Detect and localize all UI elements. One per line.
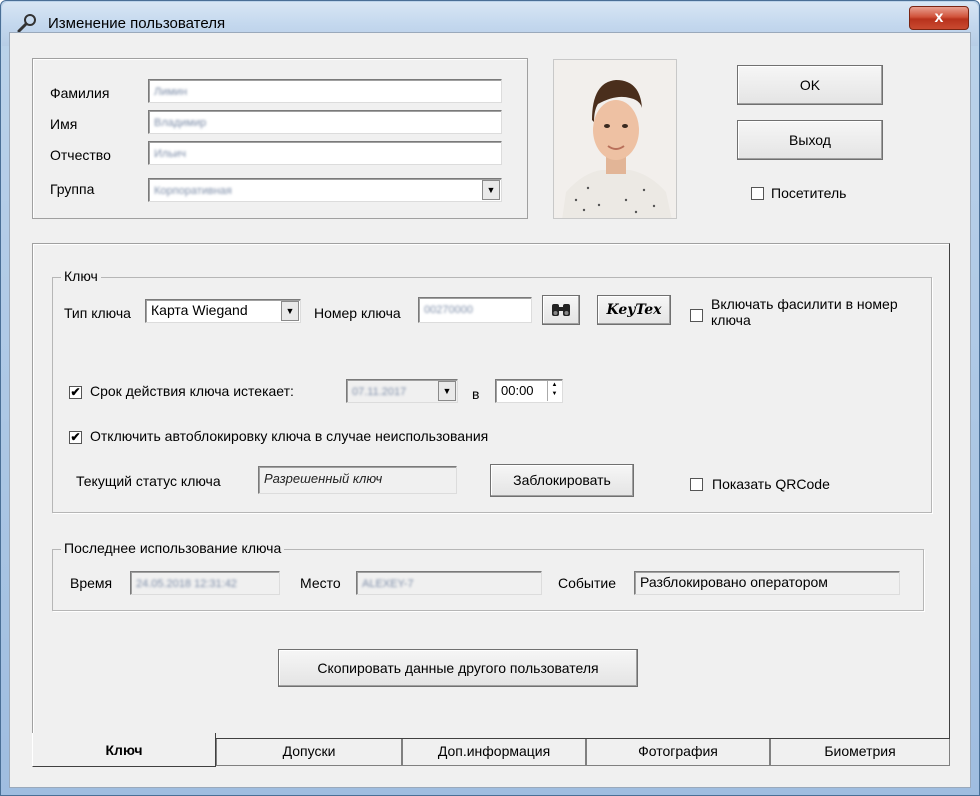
tab-photo[interactable]: Фотография: [586, 739, 770, 766]
search-key-button[interactable]: [542, 295, 580, 325]
time-field: 24.05.2018 12:31:42: [130, 571, 280, 595]
facility-checkbox[interactable]: [690, 309, 703, 322]
event-value: Разблокировано оператором: [640, 574, 828, 590]
key-status-label: Текущий статус ключа: [76, 473, 221, 489]
expire-checkbox[interactable]: ✔: [69, 386, 82, 399]
time-at-label: в: [472, 386, 480, 402]
name-label: Имя: [50, 116, 78, 132]
wrench-icon: [17, 14, 36, 33]
qrcode-checkbox[interactable]: [690, 478, 703, 491]
expire-time-field[interactable]: 00:00 ▲ ▼: [495, 379, 563, 403]
expire-date-value: 07.11.2017: [352, 386, 407, 398]
key-number-value: 00270000: [424, 304, 473, 316]
time-value: 24.05.2018 12:31:42: [136, 578, 237, 590]
close-button[interactable]: x: [909, 6, 969, 30]
key-number-field[interactable]: 00270000: [418, 297, 532, 323]
surname-value: Лимин: [154, 86, 188, 98]
portrait-image: [554, 60, 676, 218]
visitor-label: Посетитель: [771, 185, 847, 201]
autoblock-label: Отключить автоблокировку ключа в случае …: [90, 428, 489, 444]
key-status-field: Разрешенный ключ: [258, 466, 457, 494]
block-button[interactable]: Заблокировать: [490, 464, 634, 497]
tab-extra-info[interactable]: Доп.информация: [402, 739, 586, 766]
chevron-down-icon[interactable]: ▼: [438, 381, 456, 401]
tab-biometrics[interactable]: Биометрия: [770, 739, 950, 766]
key-group-title: Ключ: [61, 268, 101, 284]
group-value: Корпоративная: [154, 185, 232, 197]
chevron-down-icon[interactable]: ▼: [482, 180, 500, 200]
patronymic-value: Ильич: [154, 148, 186, 160]
group-select[interactable]: Корпоративная ▼: [148, 178, 502, 202]
surname-field[interactable]: Лимин: [148, 79, 502, 103]
expire-label: Срок действия ключа истекает:: [90, 383, 294, 399]
tab-permissions[interactable]: Допуски: [216, 739, 402, 766]
user-photo[interactable]: [553, 59, 677, 219]
key-status-value: Разрешенный ключ: [264, 471, 383, 486]
expire-time-value: 00:00: [501, 383, 534, 398]
tab-key[interactable]: Ключ: [32, 733, 216, 767]
event-field: Разблокировано оператором: [634, 571, 900, 595]
ok-button[interactable]: OK: [737, 65, 883, 105]
keytex-label: KeyTex: [606, 302, 662, 318]
last-use-title: Последнее использование ключа: [61, 540, 285, 556]
place-value: ALEXEY-7: [362, 578, 414, 590]
exit-button[interactable]: Выход: [737, 120, 883, 160]
facility-label: Включать фасилити в номер ключа: [711, 296, 898, 328]
client-area: Фамилия Лимин Имя Владимир Отчество Ильи…: [9, 32, 971, 788]
key-type-label: Тип ключа: [64, 305, 131, 321]
qrcode-label: Показать QRCode: [712, 476, 830, 492]
autoblock-checkbox[interactable]: ✔: [69, 431, 82, 444]
key-type-select[interactable]: Карта Wiegand ▼: [145, 299, 301, 323]
place-field: ALEXEY-7: [356, 571, 542, 595]
name-value: Владимир: [154, 117, 207, 129]
chevron-down-icon[interactable]: ▼: [281, 301, 299, 321]
name-field[interactable]: Владимир: [148, 110, 502, 134]
time-label: Время: [70, 575, 113, 591]
place-label: Место: [300, 575, 341, 591]
surname-label: Фамилия: [50, 85, 110, 101]
window-title: Изменение пользователя: [48, 15, 226, 32]
copy-user-button[interactable]: Скопировать данные другого пользователя: [278, 649, 638, 687]
key-number-label: Номер ключа: [314, 305, 401, 321]
binoculars-icon: [552, 304, 570, 316]
user-edit-window: Изменение пользователя x Фамилия Лимин И…: [0, 0, 980, 796]
patronymic-field[interactable]: Ильич: [148, 141, 502, 165]
event-label: Событие: [558, 575, 616, 591]
key-type-value: Карта Wiegand: [151, 302, 248, 318]
visitor-checkbox[interactable]: [751, 187, 764, 200]
keytex-button[interactable]: KeyTex: [597, 295, 671, 325]
group-label: Группа: [50, 181, 95, 197]
expire-date-select[interactable]: 07.11.2017 ▼: [346, 379, 458, 403]
time-spinner[interactable]: ▲ ▼: [547, 381, 561, 401]
patronymic-label: Отчество: [50, 147, 111, 163]
